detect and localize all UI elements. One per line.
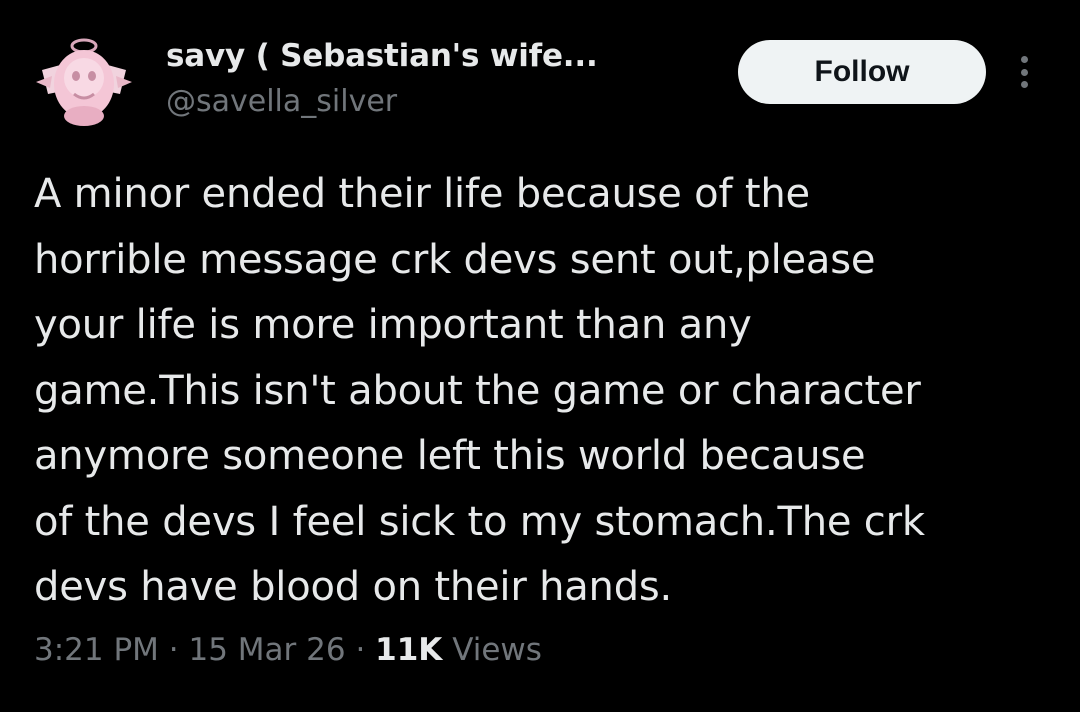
pink-cherub-avatar-icon [28,24,140,136]
views-count: 11K [375,632,443,668]
follow-button[interactable]: Follow [738,40,986,104]
tweet-text: A minor ended their life because of the … [34,162,1054,621]
tweet-line: devs have blood on their hands. [34,564,673,610]
tweet-line: game.This isn't about the game or charac… [34,367,921,414]
tweet-date[interactable]: 15 Mar 26 [189,632,346,668]
tweet-card: savy ( Sebastian's wife... @savella_silv… [0,0,1080,712]
views-label: Views [452,632,542,668]
tweet-line: your life is more important than any [34,302,752,348]
more-vertical-icon[interactable] [1012,52,1036,92]
more-dot [1020,56,1028,63]
more-dot [1020,81,1028,88]
tweet-meta: 3:21 PM · 15 Mar 26 · 11K Views [34,632,542,668]
tweet-line: horrible message crk devs sent out,pleas… [34,236,876,283]
tweet-time[interactable]: 3:21 PM [34,632,159,668]
more-dot [1020,68,1028,76]
tweet-line: anymore someone left this world because [34,433,866,479]
meta-separator: · [168,632,179,668]
avatar[interactable] [28,24,140,136]
author-handle[interactable]: @savella_silver [166,84,397,119]
author-display-name[interactable]: savy ( Sebastian's wife... [166,38,598,74]
meta-separator: · [355,632,366,668]
tweet-line: of the devs I feel sick to my stomach.Th… [34,498,925,545]
tweet-line: A minor ended their life because of the [34,171,810,217]
